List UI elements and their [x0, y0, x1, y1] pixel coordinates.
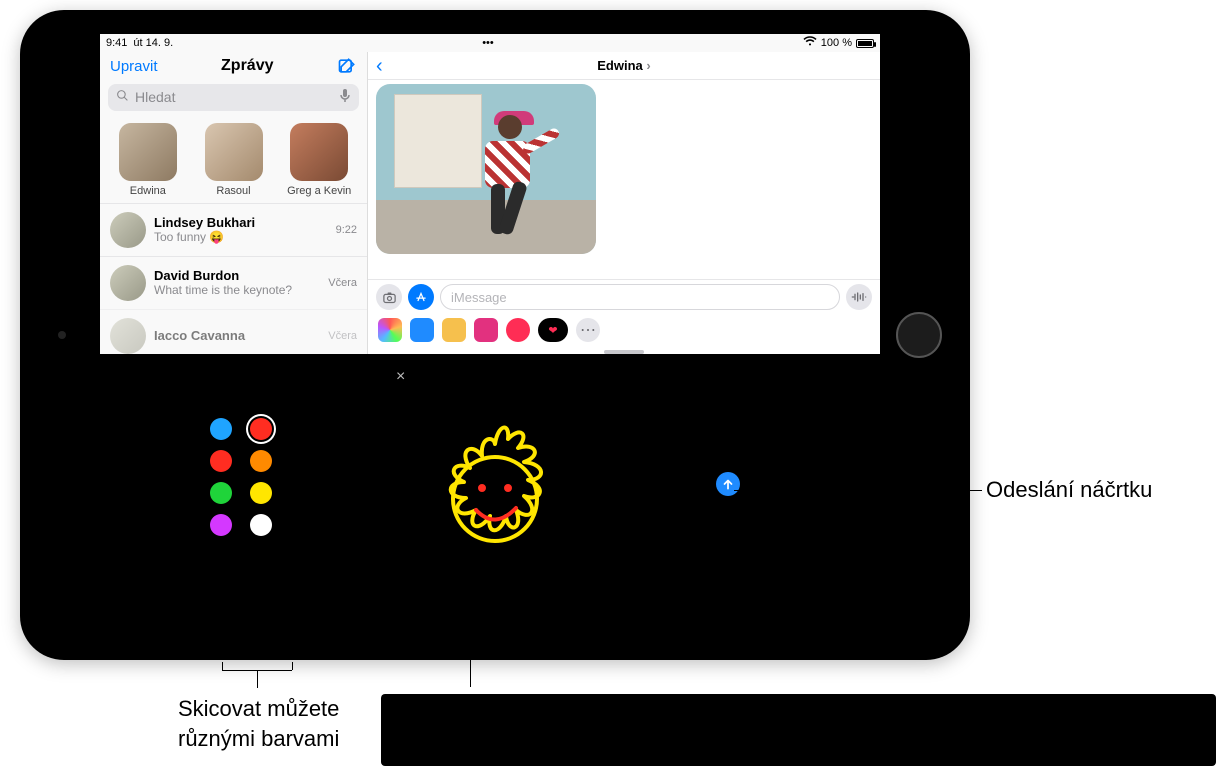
conversation-sidebar: Upravit Zprávy Hledat	[100, 52, 368, 354]
contact-name[interactable]: Edwina ›	[597, 58, 650, 73]
callout-tick	[292, 662, 293, 670]
app-strip: ❤ ⋯	[368, 314, 880, 348]
pinned-name: Rasoul	[194, 185, 274, 197]
camera-icon[interactable]	[376, 284, 402, 310]
color-palette	[210, 418, 276, 536]
app-music-icon[interactable]	[506, 318, 530, 342]
battery-icon	[856, 39, 874, 48]
color-swatch-yellow[interactable]	[250, 482, 272, 504]
color-swatch-blue[interactable]	[210, 418, 232, 440]
audio-wave-icon[interactable]	[846, 284, 872, 310]
battery-percent: 100 %	[821, 37, 852, 49]
app-digitaltouch-icon[interactable]: ❤	[538, 318, 568, 342]
color-swatch-magenta[interactable]	[210, 514, 232, 536]
sketch-canvas-area: ×	[390, 366, 600, 614]
home-button[interactable]	[896, 312, 942, 358]
conversation-time: Včera	[328, 277, 357, 289]
send-sketch-button[interactable]	[716, 472, 740, 496]
screen: 9:41 út 14. 9. ••• 100 % Upravit Zprávy	[100, 34, 880, 636]
app-photos-icon[interactable]	[378, 318, 402, 342]
color-swatch-white[interactable]	[250, 514, 272, 536]
compose-icon[interactable]	[337, 56, 357, 76]
contact-name-label: Edwina	[597, 58, 643, 73]
pinned-contact[interactable]: Edwina	[108, 123, 188, 197]
pinned-row: Edwina Rasoul Greg a Kevin	[100, 115, 367, 203]
messages-scroll[interactable]	[368, 80, 880, 279]
drag-handle-top: •••	[173, 37, 803, 49]
mic-icon[interactable]	[339, 88, 351, 107]
color-swatch-orange[interactable]	[250, 450, 272, 472]
conversation-row[interactable]: Lindsey Bukhari Too funny 😝 9:22	[100, 203, 367, 256]
appstore-icon[interactable]	[408, 284, 434, 310]
pinned-contact[interactable]: Greg a Kevin	[279, 123, 359, 197]
conversation-row[interactable]: Iacco Cavanna Včera	[100, 309, 367, 354]
callout-leader	[257, 670, 258, 688]
search-placeholder: Hledat	[135, 89, 175, 105]
color-swatch-red2[interactable]	[210, 450, 232, 472]
sidebar-title: Zprávy	[221, 57, 273, 75]
compose-row: iMessage	[368, 279, 880, 314]
message-placeholder: iMessage	[451, 290, 507, 305]
wifi-icon	[803, 36, 817, 50]
conversation-preview: What time is the keynote?	[154, 283, 320, 297]
color-swatch-red[interactable]	[250, 418, 272, 440]
callout-leader	[470, 627, 471, 687]
status-date: út 14. 9.	[133, 37, 173, 49]
edit-button[interactable]: Upravit	[110, 58, 158, 75]
conversation-name: Iacco Cavanna	[154, 328, 320, 343]
conversation-row[interactable]: David Burdon What time is the keynote? V…	[100, 256, 367, 309]
avatar	[110, 318, 146, 354]
search-input[interactable]: Hledat	[108, 84, 359, 111]
app-appstore-icon[interactable]	[410, 318, 434, 342]
message-input[interactable]: iMessage	[440, 284, 840, 310]
callout-leader	[734, 490, 982, 491]
conversation-header: ‹ Edwina ›	[368, 52, 880, 80]
pinned-name: Greg a Kevin	[279, 185, 359, 197]
pinned-contact[interactable]: Rasoul	[194, 123, 274, 197]
conversation-time: Včera	[328, 330, 357, 342]
pinned-name: Edwina	[108, 185, 188, 197]
avatar	[119, 123, 177, 181]
front-camera	[58, 331, 66, 339]
app-stickers-icon[interactable]	[474, 318, 498, 342]
status-bar: 9:41 út 14. 9. ••• 100 %	[100, 34, 880, 52]
chevron-left-icon[interactable]: ‹	[376, 56, 383, 76]
avatar	[205, 123, 263, 181]
app-memoji-icon[interactable]	[442, 318, 466, 342]
search-icon	[116, 89, 129, 105]
sketch-canvas[interactable]	[390, 384, 600, 614]
conversation-main: ‹ Edwina ›	[368, 52, 880, 354]
callout-canvas: Kreslicí plátno	[381, 694, 1216, 766]
digital-touch-drawer: ×	[100, 354, 880, 636]
color-swatch-green[interactable]	[210, 482, 232, 504]
conversation-list[interactable]: Lindsey Bukhari Too funny 😝 9:22 David B…	[100, 203, 367, 354]
conversation-name: David Burdon	[154, 268, 320, 283]
callout-send: Odeslání náčrtku	[986, 475, 1152, 505]
conversation-preview: Too funny 😝	[154, 230, 328, 244]
avatar	[110, 265, 146, 301]
message-photo[interactable]	[376, 84, 596, 254]
callout-colors: Skicovat můžete různými barvami	[178, 694, 368, 753]
status-time: 9:41	[106, 37, 127, 49]
conversation-time: 9:22	[336, 224, 357, 236]
avatar	[110, 212, 146, 248]
app-more-icon[interactable]: ⋯	[576, 318, 600, 342]
callout-tick	[222, 662, 223, 670]
messages-app: 9:41 út 14. 9. ••• 100 % Upravit Zprávy	[100, 34, 880, 354]
ipad-device-frame: 9:41 út 14. 9. ••• 100 % Upravit Zprávy	[20, 10, 970, 660]
chevron-right-icon: ›	[643, 58, 651, 73]
conversation-name: Lindsey Bukhari	[154, 215, 328, 230]
avatar	[290, 123, 348, 181]
